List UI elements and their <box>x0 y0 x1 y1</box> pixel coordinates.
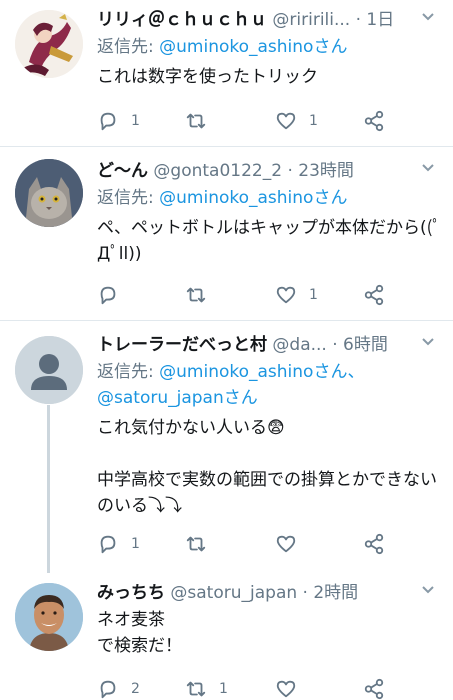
reply-icon <box>100 535 116 554</box>
avatar[interactable] <box>15 583 83 651</box>
timestamp[interactable]: 6時間 <box>343 335 388 355</box>
share-button[interactable] <box>363 530 385 558</box>
retweet-icon <box>186 536 206 552</box>
reply-prefix: 返信先: <box>97 188 160 208</box>
reply-prefix: 返信先: <box>97 362 160 382</box>
timestamp[interactable]: 23時間 <box>298 161 354 181</box>
share-icon <box>364 110 384 132</box>
tweet-text: ネオ麦茶 で検索だ！ <box>97 610 182 656</box>
reply-button[interactable] <box>97 281 131 309</box>
tweet-4[interactable]: みっちち @satoru_japan · 2時間 ネオ麦茶 で検索だ！ 2 1 <box>0 573 453 700</box>
retweet-icon <box>186 681 206 697</box>
reply-icon <box>100 286 116 305</box>
cat-photo <box>15 159 83 227</box>
retweet-button[interactable]: 1 <box>185 675 228 700</box>
avatar[interactable] <box>15 10 83 78</box>
tweet-actions: 2 1 <box>97 675 397 700</box>
avatar-illustration <box>15 10 83 78</box>
display-name[interactable]: みっちち <box>97 583 165 603</box>
avatar[interactable] <box>15 159 83 227</box>
tweet-actions: 1 <box>97 530 397 558</box>
tweet-text: これは数字を使ったトリック <box>97 67 318 87</box>
share-button[interactable] <box>363 107 385 135</box>
like-button[interactable] <box>275 530 309 558</box>
user-handle[interactable]: @gonta0122_2 <box>153 161 282 181</box>
tweet-1[interactable]: リリィ＠ｃｈｕｃｈｕ @riririli... · 1日 返信先: @umino… <box>0 0 453 148</box>
tweet-actions: 1 1 <box>97 107 397 135</box>
reply-icon <box>100 112 116 131</box>
chevron-down-icon[interactable] <box>419 8 437 26</box>
tweet-text: ペ、ペットボトルはキャップが本体だから((ﾟДﾟll)) <box>97 218 441 264</box>
mention-link[interactable]: @uminoko_ashinoさん <box>159 188 347 208</box>
tweet-header: リリィ＠ｃｈｕｃｈｕ @riririli... · 1日 <box>97 6 443 34</box>
tweet-header: ど〜ん @gonta0122_2 · 23時間 <box>97 157 443 185</box>
retweet-icon <box>186 113 206 129</box>
separator-dot: · <box>302 583 308 603</box>
like-count: 1 <box>309 287 318 303</box>
share-button[interactable] <box>363 281 385 309</box>
reply-button[interactable]: 1 <box>97 107 140 135</box>
reply-context: 返信先: @uminoko_ashinoさん、 @satoru_japanさん <box>97 359 443 411</box>
like-button[interactable] <box>275 675 309 700</box>
reply-icon <box>100 680 116 699</box>
reply-count: 1 <box>131 113 140 129</box>
chevron-down-icon[interactable] <box>419 159 437 177</box>
share-button[interactable] <box>363 675 385 700</box>
tweet-text: これ気付かない人いる😨 中学高校で実数の範囲での掛算とかできないのいる⤵︎⤵︎ <box>97 418 437 516</box>
mention-link[interactable]: @uminoko_ashinoさん、 <box>159 362 364 382</box>
reply-context: 返信先: @uminoko_ashinoさん <box>97 185 443 211</box>
chevron-down-icon[interactable] <box>419 333 437 351</box>
like-button[interactable]: 1 <box>275 107 318 135</box>
thread-connector <box>47 405 50 573</box>
like-count: 1 <box>309 113 318 129</box>
retweet-button[interactable] <box>185 107 219 135</box>
retweet-icon <box>186 287 206 303</box>
reply-button[interactable]: 2 <box>97 675 140 700</box>
share-icon <box>364 284 384 306</box>
heart-icon <box>276 535 296 553</box>
retweet-button[interactable] <box>185 281 219 309</box>
chevron-down-icon[interactable] <box>419 581 437 599</box>
user-handle[interactable]: @da... <box>272 335 326 355</box>
reply-prefix: 返信先: <box>97 37 160 57</box>
separator-dot: · <box>287 161 293 181</box>
share-icon <box>364 678 384 700</box>
reply-button[interactable]: 1 <box>97 530 140 558</box>
retweet-count: 1 <box>219 681 228 697</box>
separator-dot: · <box>332 335 338 355</box>
reply-context: 返信先: @uminoko_ashinoさん <box>97 34 443 60</box>
tweet-actions: 1 <box>97 281 397 309</box>
mention-link[interactable]: @uminoko_ashinoさん <box>159 37 347 57</box>
heart-icon <box>276 286 296 304</box>
person-photo <box>15 583 83 651</box>
display-name[interactable]: リリィ＠ｃｈｕｃｈｕ <box>97 10 267 30</box>
default-profile-icon <box>15 336 83 404</box>
tweet-header: トレーラーだべっと村 @da... · 6時間 <box>97 331 443 359</box>
retweet-button[interactable] <box>185 530 219 558</box>
display-name[interactable]: ど〜ん <box>97 161 148 181</box>
tweet-header: みっちち @satoru_japan · 2時間 <box>97 579 443 607</box>
reply-count: 1 <box>131 536 140 552</box>
heart-icon <box>276 112 296 130</box>
display-name[interactable]: トレーラーだべっと村 <box>97 335 267 355</box>
heart-icon <box>276 680 296 698</box>
timestamp[interactable]: 2時間 <box>313 583 358 603</box>
default-avatar[interactable] <box>15 336 83 404</box>
mention-link-2[interactable]: @satoru_japanさん <box>97 388 258 408</box>
tweet-3[interactable]: トレーラーだべっと村 @da... · 6時間 返信先: @uminoko_as… <box>0 321 453 571</box>
separator-dot: · <box>355 10 362 30</box>
user-handle[interactable]: @riririli... <box>272 10 350 30</box>
share-icon <box>364 533 384 555</box>
reply-count: 2 <box>131 681 140 697</box>
timestamp[interactable]: 1日 <box>366 10 394 30</box>
tweet-2[interactable]: ど〜ん @gonta0122_2 · 23時間 返信先: @uminoko_as… <box>0 147 453 321</box>
user-handle[interactable]: @satoru_japan <box>170 583 297 603</box>
like-button[interactable]: 1 <box>275 281 318 309</box>
